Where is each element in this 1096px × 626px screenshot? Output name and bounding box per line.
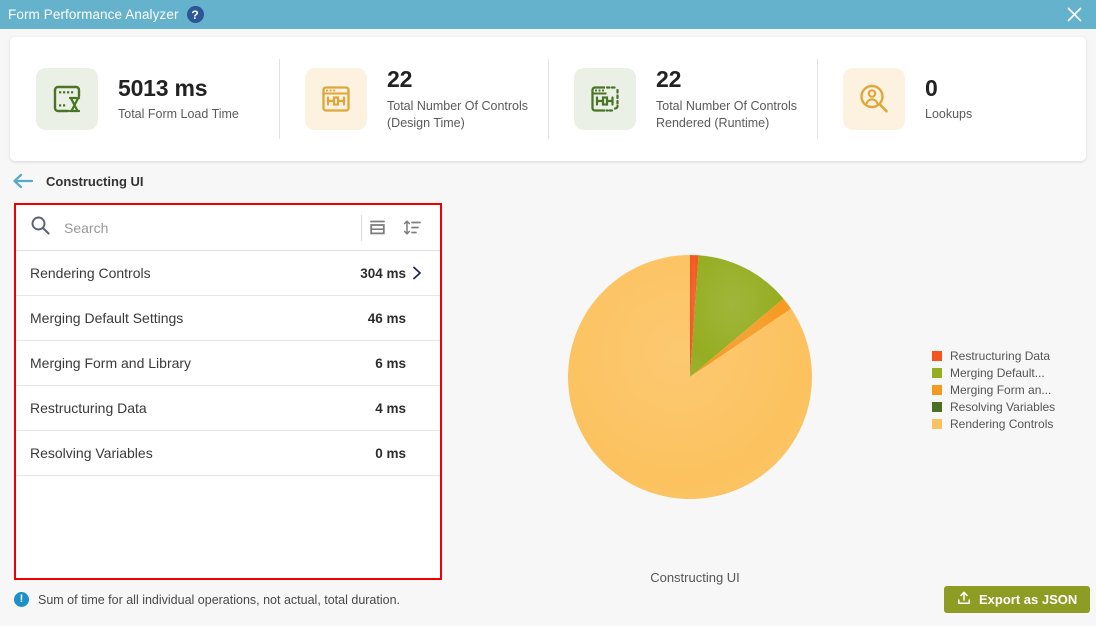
- footnote: ! Sum of time for all individual operati…: [14, 592, 400, 607]
- table-row[interactable]: Rendering Controls 304 ms: [16, 251, 440, 296]
- stat-label: Lookups: [925, 107, 973, 122]
- chevron-right-icon[interactable]: [406, 266, 428, 280]
- window-title: Form Performance Analyzer: [8, 7, 179, 22]
- chart-legend: Restructuring Data Merging Default... Merg…: [932, 348, 1092, 433]
- operation-duration: 0 ms: [375, 445, 406, 461]
- operation-name: Rendering Controls: [30, 265, 151, 281]
- operation-duration: 46 ms: [367, 310, 406, 326]
- lookups-icon: [843, 68, 905, 130]
- pie-chart: [565, 252, 815, 502]
- summary-stats-card: 5013 ms Total Form Load Time 22 Total Nu…: [10, 37, 1086, 161]
- stat-text: 22 Total Number Of Controls Rendered (Ru…: [656, 66, 817, 131]
- toolbar-divider: [361, 214, 362, 241]
- stat-controls-runtime: 22 Total Number Of Controls Rendered (Ru…: [548, 37, 817, 161]
- stat-total-form-load-time: 5013 ms Total Form Load Time: [10, 37, 279, 161]
- stat-value: 5013 ms: [118, 74, 208, 101]
- legend-swatch: [932, 418, 942, 429]
- legend-label: Merging Form an...: [950, 382, 1052, 397]
- legend-item[interactable]: Rendering Controls: [932, 416, 1092, 431]
- stat-text: 0 Lookups: [925, 75, 972, 123]
- group-collapse-icon[interactable]: [368, 218, 387, 237]
- operations-list-panel: Rendering Controls 304 ms Merging Default …: [14, 203, 442, 580]
- operation-duration: 304 ms: [360, 265, 406, 281]
- legend-item[interactable]: Restructuring Data: [932, 348, 1092, 363]
- back-arrow-icon[interactable]: [12, 173, 34, 189]
- table-row: Merging Default Settings 46 ms: [16, 296, 440, 341]
- stat-value: 22: [656, 66, 682, 93]
- table-row: Resolving Variables 0 ms: [16, 431, 440, 476]
- operation-name: Merging Default Settings: [30, 310, 184, 326]
- operation-name: Resolving Variables: [30, 445, 153, 461]
- legend-item[interactable]: Merging Default...: [932, 365, 1092, 380]
- stat-controls-design-time: 22 Total Number Of Controls (Design Time…: [279, 37, 548, 161]
- footnote-text: Sum of time for all individual operation…: [38, 592, 401, 607]
- stat-label: Total Form Load Time: [118, 107, 239, 122]
- export-icon: [957, 591, 971, 608]
- legend-label: Resolving Variables: [950, 399, 1056, 414]
- legend-swatch: [932, 350, 942, 361]
- operations-list: Rendering Controls 304 ms Merging Default …: [16, 251, 440, 476]
- form-load-time-icon: [36, 68, 98, 130]
- operation-name: Restructuring Data: [30, 400, 147, 416]
- list-tools: [368, 218, 440, 237]
- export-as-json-button[interactable]: Export as JSON: [944, 586, 1091, 613]
- search-icon: [30, 215, 50, 240]
- close-icon[interactable]: [1052, 0, 1096, 29]
- legend-item[interactable]: Merging Form an...: [932, 382, 1092, 397]
- operation-duration: 6 ms: [375, 355, 406, 371]
- stat-text: 22 Total Number Of Controls (Design Time…: [387, 66, 548, 131]
- chart-caption: Constructing UI: [650, 570, 740, 585]
- window-titlebar: Form Performance Analyzer ?: [0, 0, 1096, 29]
- table-row: Merging Form and Library 6 ms: [16, 341, 440, 386]
- legend-label: Rendering Controls: [950, 416, 1054, 431]
- legend-label: Restructuring Data: [950, 348, 1051, 363]
- stat-value: 0: [925, 74, 938, 101]
- operation-name: Merging Form and Library: [30, 355, 192, 371]
- stat-value: 22: [387, 66, 413, 93]
- export-label: Export as JSON: [979, 592, 1078, 607]
- stat-lookups: 0 Lookups: [817, 37, 1086, 161]
- controls-runtime-icon: [574, 68, 636, 130]
- breadcrumb: Constructing UI: [12, 170, 144, 192]
- breadcrumb-label: Constructing UI: [46, 173, 144, 189]
- legend-label: Merging Default...: [950, 365, 1045, 380]
- sort-icon[interactable]: [403, 218, 422, 237]
- controls-design-time-icon: [305, 68, 367, 130]
- search-input[interactable]: [62, 218, 216, 237]
- stat-label: Total Number Of Controls Rendered (Runti…: [656, 98, 798, 130]
- operation-duration: 4 ms: [375, 400, 406, 416]
- legend-swatch: [932, 384, 942, 395]
- legend-swatch: [932, 401, 942, 412]
- legend-swatch: [932, 367, 942, 378]
- stat-text: 5013 ms Total Form Load Time: [118, 75, 239, 123]
- list-toolbar: [16, 205, 440, 251]
- help-icon[interactable]: ?: [186, 6, 204, 23]
- pie-chart-area: Constructing UI: [460, 200, 930, 595]
- legend-item[interactable]: Resolving Variables: [932, 399, 1092, 414]
- info-icon: !: [14, 592, 29, 607]
- stat-label: Total Number Of Controls (Design Time): [387, 98, 529, 130]
- search-box[interactable]: [16, 205, 355, 250]
- table-row: Restructuring Data 4 ms: [16, 386, 440, 431]
